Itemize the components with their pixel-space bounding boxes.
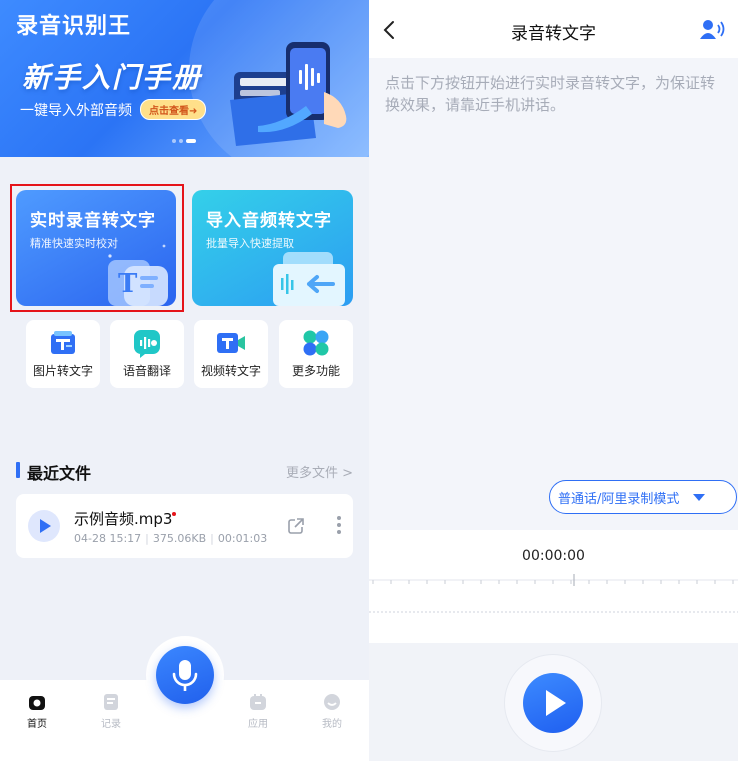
- nav-label: 记录: [101, 719, 121, 730]
- banner-headline: 新手入门手册: [22, 61, 203, 94]
- waveform-panel: [369, 530, 738, 643]
- nav-label: 我的: [322, 719, 342, 730]
- speaker-voice-icon[interactable]: [700, 19, 726, 41]
- tool-label: 视频转文字: [200, 364, 261, 378]
- nav-label: 应用: [248, 719, 268, 730]
- home-icon: [29, 696, 45, 710]
- more-files-link[interactable]: 更多文件 >: [286, 462, 353, 481]
- record-button[interactable]: [156, 646, 214, 704]
- recording-mode-dropdown[interactable]: 普通话/阿里录制模式: [549, 480, 737, 514]
- banner-view-button[interactable]: 点击查看➜: [140, 99, 207, 120]
- tool-label: 更多功能: [291, 364, 340, 378]
- more-features-icon: [303, 330, 329, 356]
- app-title: 录音识别王: [16, 14, 132, 39]
- file-size: 375.06KB: [152, 532, 207, 545]
- tool-voice-translate[interactable]: 语音翻译: [110, 320, 184, 388]
- top-bar: 录音转文字: [369, 0, 738, 58]
- tool-label: 图片转文字: [32, 364, 93, 378]
- file-name: 示例音频.mp3: [74, 510, 173, 528]
- pagination-dot: [172, 139, 176, 143]
- folder-import-icon: [273, 252, 345, 306]
- tool-image-to-text[interactable]: 图片转文字: [26, 320, 100, 388]
- pagination-dot-active: [186, 139, 196, 143]
- records-icon: [104, 694, 118, 710]
- section-accent-bar: [16, 462, 20, 478]
- nav-apps[interactable]: 应用: [233, 692, 283, 730]
- promo-banner[interactable]: 录音识别王 新手入门手册 一键导入外部音频 点击查看➜: [0, 0, 369, 157]
- banner-phone-folder-illustration: [230, 42, 347, 146]
- share-icon[interactable]: [287, 517, 305, 535]
- tool-video-to-text[interactable]: 视频转文字: [194, 320, 268, 388]
- instruction-text: 点击下方按钮开始进行实时录音转文字，为保证转换效果，请靠近手机讲话。: [385, 74, 716, 114]
- profile-icon: [324, 694, 340, 710]
- recording-mode-label: 普通话/阿里录制模式: [558, 491, 680, 507]
- nav-records[interactable]: 记录: [86, 692, 136, 730]
- recent-files-title: 最近文件: [27, 464, 92, 483]
- banner-subtitle-row: 一键导入外部音频 点击查看➜: [20, 99, 207, 120]
- recording-timer: 00:00:00: [522, 548, 585, 564]
- banner-subtitle: 一键导入外部音频: [20, 102, 132, 119]
- tool-label: 语音翻译: [122, 364, 171, 378]
- nav-profile[interactable]: 我的: [307, 692, 357, 730]
- meta-separator: |: [210, 532, 214, 545]
- image-to-text-icon: [51, 331, 75, 354]
- selection-highlight-box: [10, 184, 184, 312]
- microphone-icon: [172, 660, 198, 691]
- tool-more-features[interactable]: 更多功能: [279, 320, 353, 388]
- chevron-down-icon: [693, 493, 706, 501]
- apps-icon: [250, 694, 266, 710]
- file-meta: 04-28 15:17 | 375.06KB | 00:01:03: [74, 532, 267, 545]
- more-options-icon[interactable]: [337, 516, 341, 537]
- import-audio-card[interactable]: 导入音频转文字 批量导入快速提取: [192, 190, 353, 306]
- play-icon[interactable]: [28, 510, 60, 542]
- nav-home[interactable]: 首页: [12, 692, 62, 730]
- start-recording-button[interactable]: [523, 673, 583, 733]
- voice-translate-icon: [134, 330, 160, 358]
- nav-label: 首页: [27, 719, 47, 730]
- home-screen: 录音识别王 新手入门手册 一键导入外部音频 点击查看➜ 实时录音转文字 精准快速…: [0, 0, 369, 761]
- card-title: 导入音频转文字: [206, 211, 332, 231]
- video-to-text-icon: [217, 333, 245, 353]
- recent-file-item[interactable]: 示例音频.mp3 04-28 15:17 | 375.06KB | 00:01:…: [16, 494, 353, 558]
- record-to-text-screen: 录音转文字 点击下方按钮开始进行实时录音转文字，为保证转换效果，请靠近手机讲话。…: [369, 0, 738, 761]
- meta-separator: |: [145, 532, 149, 545]
- file-date: 04-28 15:17: [74, 532, 142, 545]
- pagination-dot: [179, 139, 183, 143]
- unread-dot: [172, 512, 176, 516]
- page-title: 录音转文字: [511, 24, 596, 44]
- banner-pagination[interactable]: [172, 139, 196, 143]
- file-duration: 00:01:03: [217, 532, 268, 545]
- waveform-timeline: [369, 574, 738, 613]
